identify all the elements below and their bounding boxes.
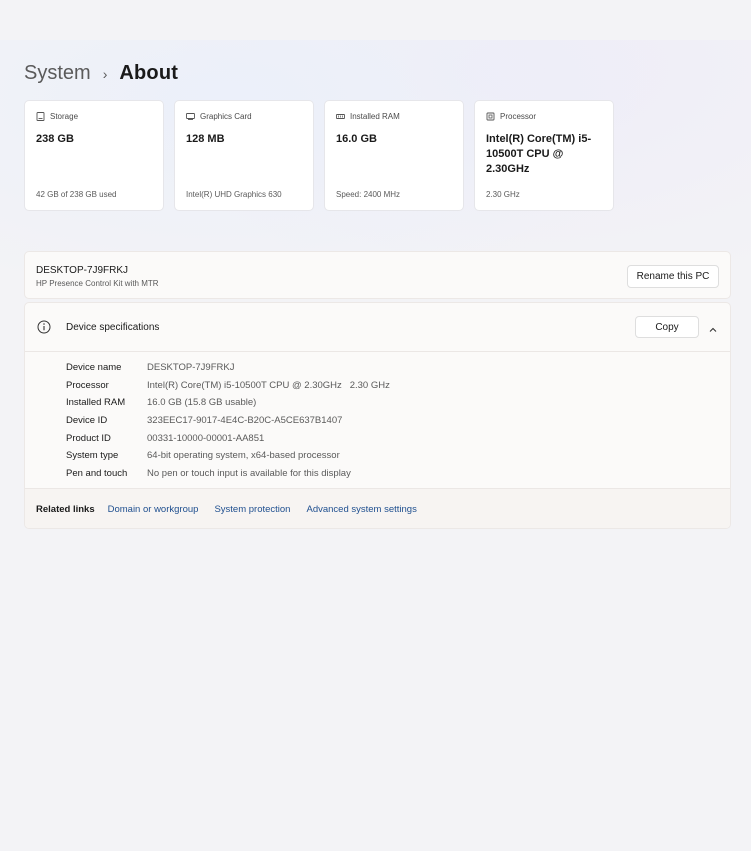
card-sub: Speed: 2400 MHz (336, 190, 401, 199)
spec-value: No pen or touch input is available for t… (147, 467, 351, 479)
card-value: 16.0 GB (336, 133, 377, 145)
spec-label: Product ID (66, 432, 111, 444)
spec-label: System type (66, 450, 119, 462)
device-specifications-header[interactable]: Device specifications Copy (25, 303, 730, 352)
spec-row-system-type: System type 64-bit operating system, x64… (66, 447, 390, 465)
card-value: Intel(R) Core(TM) i5-10500T CPU @ 2.30GH… (486, 133, 592, 175)
related-links-title: Related links (36, 504, 95, 515)
processor-icon (486, 112, 495, 121)
spec-row-device-id: Device ID 323EEC17-9017-4E4C-B20C-A5CE63… (66, 412, 390, 430)
spec-label: Installed RAM (66, 397, 126, 409)
ram-icon (336, 112, 345, 121)
summary-cards: Storage 238 GB 42 GB of 238 GB used Grap… (24, 100, 614, 211)
link-system-protection[interactable]: System protection (214, 504, 290, 515)
card-label: Graphics Card (200, 112, 252, 121)
spec-row-pen-and-touch: Pen and touch No pen or touch input is a… (66, 465, 390, 483)
pc-name: DESKTOP-7J9FRKJ (36, 265, 129, 276)
spec-label: Processor (66, 379, 109, 391)
link-advanced-system-settings[interactable]: Advanced system settings (306, 504, 416, 515)
spec-value: DESKTOP-7J9FRKJ (147, 362, 235, 374)
spec-label: Device name (66, 362, 122, 374)
card-processor: Processor Intel(R) Core(TM) i5-10500T CP… (474, 100, 614, 211)
storage-icon (36, 112, 45, 121)
spec-value: Intel(R) Core(TM) i5-10500T CPU @ 2.30GH… (147, 379, 390, 391)
card-sub: Intel(R) UHD Graphics 630 (186, 190, 282, 199)
graphics-card-icon (186, 112, 195, 121)
related-links: Related links Domain or workgroup System… (25, 488, 730, 528)
copy-button[interactable]: Copy (635, 316, 699, 338)
breadcrumb-separator: › (102, 65, 108, 82)
spec-row-processor: Processor Intel(R) Core(TM) i5-10500T CP… (66, 377, 390, 395)
spec-row-product-id: Product ID 00331-10000-00001-AA851 (66, 429, 390, 447)
card-sub: 42 GB of 238 GB used (36, 190, 117, 199)
spec-value: 16.0 GB (15.8 GB usable) (147, 397, 257, 409)
card-label: Installed RAM (350, 112, 400, 121)
spec-table: Device name DESKTOP-7J9FRKJ Processor In… (66, 359, 390, 482)
info-icon (37, 320, 51, 334)
card-value: 128 MB (186, 133, 225, 145)
card-storage: Storage 238 GB 42 GB of 238 GB used (24, 100, 164, 211)
spec-value: 00331-10000-00001-AA851 (147, 432, 265, 444)
device-specifications-title: Device specifications (66, 322, 160, 333)
card-graphics: Graphics Card 128 MB Intel(R) UHD Graphi… (174, 100, 314, 211)
card-label: Storage (50, 112, 79, 121)
spec-value: 64-bit operating system, x64-based proce… (147, 450, 340, 462)
breadcrumb: System › About (24, 62, 178, 85)
card-label: Processor (500, 112, 537, 121)
card-ram: Installed RAM 16.0 GB Speed: 2400 MHz (324, 100, 464, 211)
spec-label: Device ID (66, 415, 108, 427)
chevron-up-icon[interactable] (708, 322, 718, 332)
pc-name-section: DESKTOP-7J9FRKJ HP Presence Control Kit … (24, 251, 731, 299)
spec-row-installed-ram: Installed RAM 16.0 GB (15.8 GB usable) (66, 394, 390, 412)
breadcrumb-system[interactable]: System (24, 62, 91, 85)
spec-row-device-name: Device name DESKTOP-7J9FRKJ (66, 359, 390, 377)
pc-model: HP Presence Control Kit with MTR (36, 279, 159, 288)
spec-value: 323EEC17-9017-4E4C-B20C-A5CE637B1407 (147, 415, 343, 427)
page-title: About (119, 62, 179, 84)
spec-label: Pen and touch (66, 467, 128, 479)
rename-pc-button[interactable]: Rename this PC (627, 265, 719, 288)
card-sub: 2.30 GHz (486, 190, 520, 199)
device-specifications-section: Device specifications Copy Device name D… (24, 302, 731, 529)
card-value: 238 GB (36, 133, 74, 145)
link-domain-or-workgroup[interactable]: Domain or workgroup (108, 504, 199, 515)
